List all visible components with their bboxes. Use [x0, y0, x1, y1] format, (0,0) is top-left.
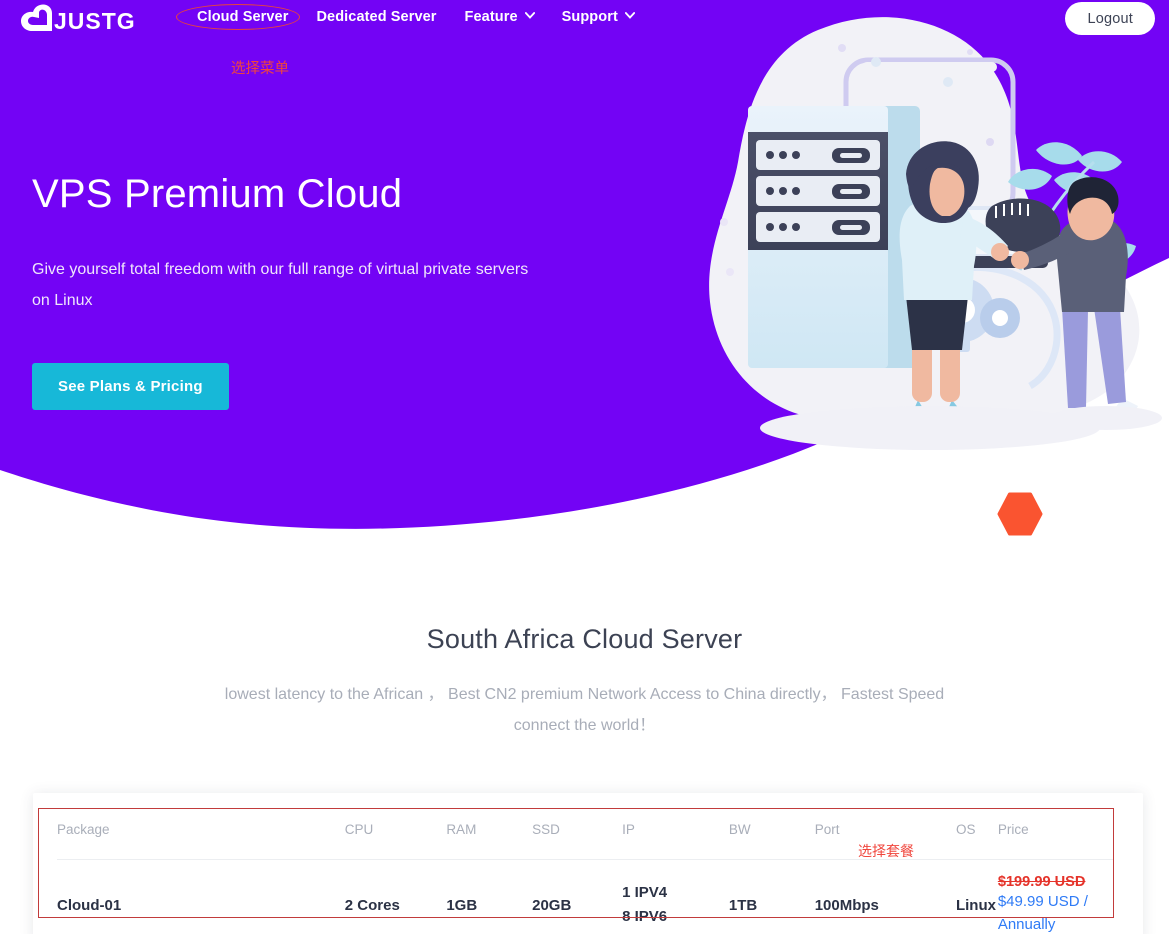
price-original: $199.99 USD — [997, 874, 1086, 890]
cell-ipv4: 1 IPV4 — [622, 883, 668, 901]
column-header-package: Package — [57, 812, 345, 860]
nav-item-label: Support — [561, 9, 618, 25]
page-root: JUSTG Cloud Server Dedicated Server Feat… — [0, 0, 1169, 934]
cell-package: Cloud-01 — [57, 896, 122, 914]
cell-price: $199.99 USD $49.99 USD / Annually — [998, 860, 1113, 934]
section-header: South Africa Cloud Server lowest latency… — [0, 624, 1169, 741]
hero-subtitle: Give yourself total freedom with our ful… — [32, 261, 529, 310]
cell-ipv6: 8 IPV6 — [622, 908, 668, 926]
column-header-ip: IP — [622, 812, 729, 860]
cell-cpu: 2 Cores — [344, 896, 400, 914]
chevron-down-icon — [624, 11, 635, 21]
table-header-row: Package CPU RAM SSD IP BW Port OS Price — [57, 812, 1113, 860]
column-header-bw: BW — [728, 812, 815, 860]
justg-logo-icon: JUSTG — [21, 4, 136, 34]
top-navbar: JUSTG Cloud Server Dedicated Server Feat… — [0, 0, 1169, 40]
annotation-select-package-label: 选择套餐 — [858, 844, 914, 860]
brand-logo[interactable]: JUSTG — [18, 3, 158, 39]
hexagon-decoration — [997, 492, 1043, 536]
column-header-ssd: SSD — [532, 812, 623, 860]
see-plans-pricing-button[interactable]: See Plans & Pricing — [32, 363, 229, 411]
server-people-illustration — [709, 17, 1162, 450]
cell-os: Linux — [955, 896, 996, 914]
column-header-os: OS — [955, 812, 998, 860]
hero-copy: VPS Premium Cloud Give yourself total fr… — [32, 172, 592, 411]
nav-item-label: Dedicated Server — [316, 9, 437, 25]
section-title: South Africa Cloud Server — [426, 624, 743, 654]
chevron-down-icon — [524, 11, 535, 21]
section-description: lowest latency to the African ， Best CN2… — [224, 686, 945, 735]
table-row[interactable]: Cloud-01 2 Cores 1GB 20GB 1 IPV4 8 IPV6 … — [57, 860, 1113, 934]
column-header-price: Price — [997, 812, 1113, 860]
plans-table: Package CPU RAM SSD IP BW Port OS Price … — [57, 812, 1113, 934]
nav-item-feature[interactable]: Feature — [451, 0, 548, 34]
column-header-cpu: CPU — [344, 812, 447, 860]
cell-port: 100Mbps — [814, 896, 879, 914]
nav-items: Cloud Server Dedicated Server Feature Su… — [185, 0, 648, 34]
logout-button[interactable]: Logout — [1065, 2, 1155, 35]
annotation-select-menu-label: 选择菜单 — [231, 61, 289, 77]
hero-title: VPS Premium Cloud — [32, 172, 403, 216]
nav-item-cloud-server[interactable]: Cloud Server — [185, 0, 302, 34]
cell-bw: 1TB — [728, 896, 758, 914]
cell-ssd: 20GB — [532, 896, 572, 914]
nav-item-support[interactable]: Support — [548, 0, 648, 34]
svg-text:JUSTG: JUSTG — [54, 8, 136, 34]
nav-item-label: Cloud Server — [197, 9, 289, 25]
hero-section: JUSTG Cloud Server Dedicated Server Feat… — [0, 0, 1169, 560]
nav-item-label: Feature — [464, 9, 518, 25]
cell-ram: 1GB — [446, 896, 478, 914]
cell-ip: 1 IPV4 8 IPV6 — [622, 860, 729, 934]
nav-item-dedicated-server[interactable]: Dedicated Server — [302, 0, 450, 34]
price-discounted[interactable]: $49.99 USD / Annually — [998, 890, 1094, 934]
column-header-ram: RAM — [446, 812, 533, 860]
